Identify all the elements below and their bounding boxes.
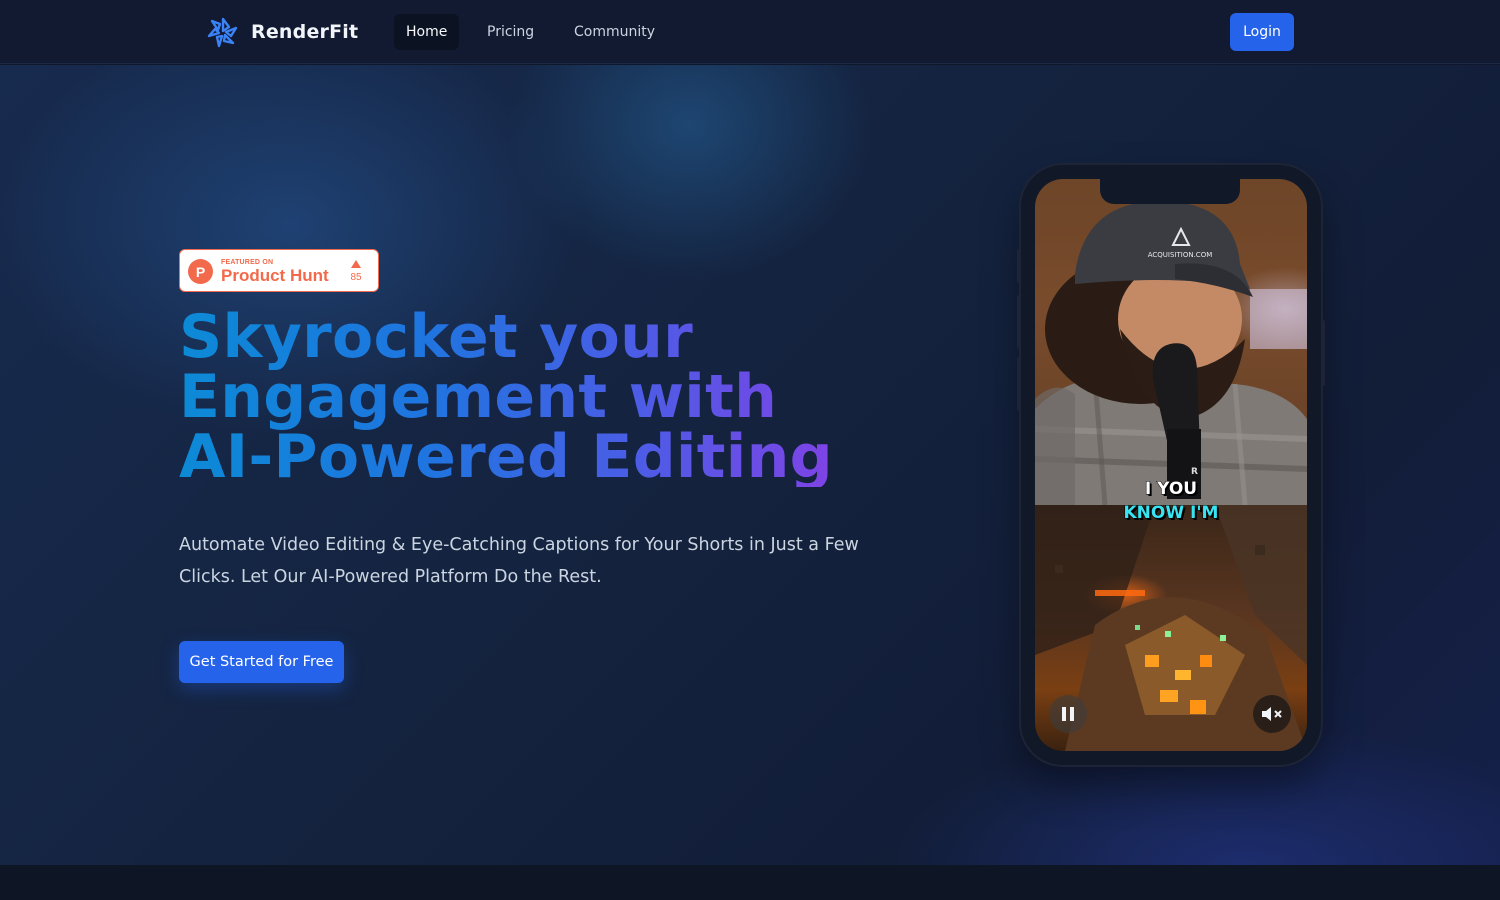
- video-player[interactable]: ACQUISITION.COM R I YOU KNOW I'M: [1035, 179, 1307, 751]
- pause-button[interactable]: [1049, 695, 1087, 733]
- phone-side-button: [1017, 295, 1021, 349]
- headline-line-1: Skyrocket your: [179, 302, 693, 372]
- phone-side-button: [1017, 357, 1021, 411]
- upvote-arrow-icon: [351, 260, 361, 268]
- product-hunt-logo-icon: P: [188, 259, 213, 284]
- podcast-scene-illustration: ACQUISITION.COM R: [1035, 179, 1307, 505]
- headline-line-3: AI-Powered Editing: [179, 422, 833, 492]
- nav-link-community[interactable]: Community: [562, 14, 667, 50]
- get-started-button[interactable]: Get Started for Free: [179, 641, 344, 683]
- mute-icon: [1262, 707, 1282, 721]
- nav-link-pricing[interactable]: Pricing: [475, 14, 546, 50]
- cap-logo-text: ACQUISITION.COM: [1148, 251, 1213, 259]
- phone-side-button: [1017, 249, 1021, 283]
- caption-line-1: I YOU: [1144, 479, 1198, 500]
- mute-button[interactable]: [1253, 695, 1291, 733]
- video-caption: I YOU KNOW I'M: [1035, 477, 1307, 525]
- pause-icon: [1062, 707, 1074, 721]
- phone-side-button: [1321, 320, 1325, 386]
- phone-mockup: ACQUISITION.COM R I YOU KNOW I'M: [1017, 165, 1325, 765]
- nav-link-home[interactable]: Home: [394, 14, 460, 50]
- badge-product-name: Product Hunt: [221, 266, 329, 285]
- hero-headline: Skyrocket your Engagement with AI-Powere…: [179, 307, 879, 487]
- hero-section: P FEATURED ON Product Hunt 85 Skyrocket …: [0, 65, 1500, 865]
- headline-line-2: Engagement with: [179, 362, 778, 432]
- upvote-count: 85: [350, 272, 362, 283]
- top-navbar: RenderFit Home Pricing Community Login: [0, 0, 1500, 64]
- brand-logo[interactable]: RenderFit: [205, 15, 358, 49]
- renderfit-logo-icon: [207, 17, 238, 48]
- caption-line-2: KNOW I'M: [1123, 503, 1219, 524]
- hero-subtext: Automate Video Editing & Eye-Catching Ca…: [179, 535, 859, 587]
- phone-notch: [1100, 179, 1240, 204]
- mic-brand-letter: R: [1191, 467, 1198, 477]
- brand-name: RenderFit: [251, 21, 359, 43]
- product-hunt-badge[interactable]: P FEATURED ON Product Hunt 85: [179, 249, 379, 292]
- badge-featured-label: FEATURED ON: [221, 259, 274, 266]
- video-podcast-frame: ACQUISITION.COM R: [1035, 179, 1307, 505]
- section-divider: [0, 865, 1500, 900]
- login-button[interactable]: Login: [1230, 13, 1294, 51]
